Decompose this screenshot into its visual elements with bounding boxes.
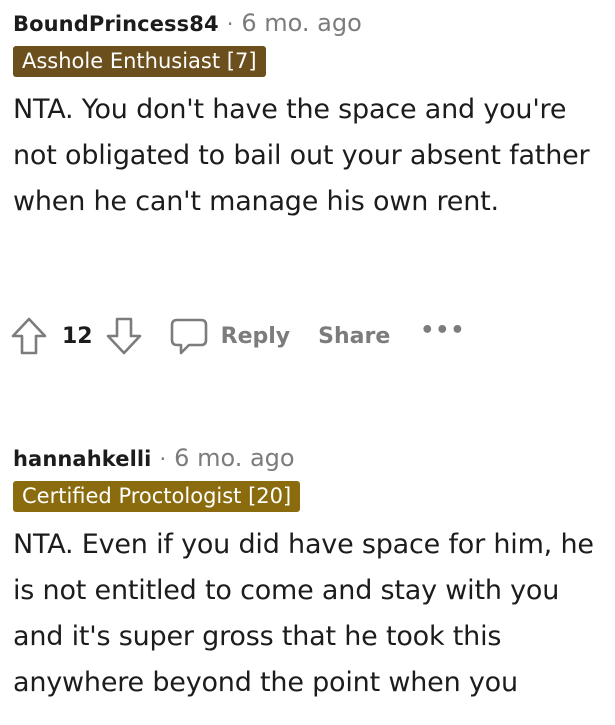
meta-separator: · <box>226 12 234 36</box>
comment-body: NTA. You don't have the space and you're… <box>13 94 590 217</box>
comment-body: NTA. Even if you did have space for him,… <box>13 529 594 698</box>
comment-action-bar: 12 Reply Share ••• <box>10 316 465 356</box>
user-flair: Asshole Enthusiast [7] <box>13 46 266 77</box>
user-flair: Certified Proctologist [20] <box>13 481 301 512</box>
vote-score: 12 <box>62 323 93 349</box>
username-link[interactable]: BoundPrincess84 <box>13 7 219 41</box>
upvote-button[interactable] <box>10 316 48 356</box>
comment-bubble-icon <box>170 318 207 355</box>
share-button[interactable]: Share <box>318 324 390 349</box>
comment: hannahkelli · 6 mo. ago Certified Procto… <box>13 441 609 706</box>
downvote-icon <box>106 317 141 355</box>
comment-meta: BoundPrincess84 · 6 mo. ago <box>13 6 609 40</box>
username-link[interactable]: hannahkelli <box>13 442 151 476</box>
reply-button[interactable]: Reply <box>169 316 291 356</box>
timestamp-link[interactable]: 6 mo. ago <box>174 441 294 475</box>
comment-meta: hannahkelli · 6 mo. ago <box>13 441 609 475</box>
reply-label: Reply <box>220 323 291 349</box>
meta-separator: · <box>159 447 167 471</box>
downvote-button[interactable] <box>105 316 143 356</box>
comment: BoundPrincess84 · 6 mo. ago Asshole Enth… <box>13 6 609 225</box>
more-options-button[interactable]: ••• <box>420 318 465 343</box>
timestamp-link[interactable]: 6 mo. ago <box>241 6 361 40</box>
upvote-icon <box>11 317 47 355</box>
